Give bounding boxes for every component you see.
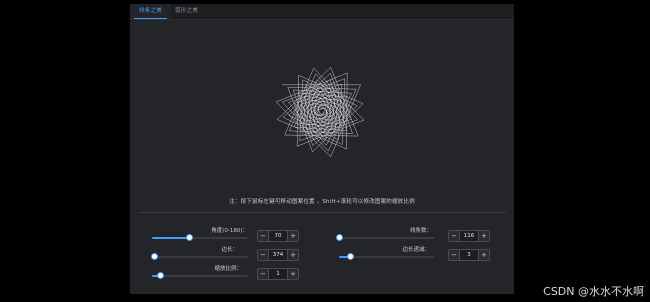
length-growth-value[interactable]: 3 — [460, 250, 478, 260]
length-growth-stepper[interactable]: − 3 + — [448, 249, 490, 261]
usage-hint: 注：按下鼠标左键可移动图案位置 ，Shift+滚轮可以修改图案的缩放比例 — [229, 199, 415, 205]
scale-label: 缩放比例： — [214, 266, 242, 272]
length-growth-increment-button[interactable]: + — [478, 250, 489, 260]
angle-value[interactable]: 70 — [269, 231, 287, 241]
angle-slider-fill — [152, 237, 190, 239]
control-row-2: 边长： − 374 + 边长递减： − 3 + — [130, 247, 514, 261]
main-panel: 线条之美 弧形之美 注：按下鼠标左键可移动图案位置 ，Shift+滚轮可以修改图… — [130, 4, 514, 294]
line-count-label: 线条数： — [409, 228, 432, 234]
length-growth-slider[interactable] — [339, 253, 435, 260]
scale-slider[interactable] — [152, 272, 248, 279]
length-stepper[interactable]: − 374 + — [257, 249, 299, 261]
tab-bar: 线条之美 弧形之美 — [130, 4, 514, 20]
divider — [138, 212, 506, 213]
length-slider[interactable] — [151, 253, 248, 260]
scale-value[interactable]: 1 — [269, 269, 287, 279]
tab-arc-beauty[interactable]: 弧形之美 — [166, 4, 207, 19]
length-decrement-button[interactable]: − — [258, 250, 269, 260]
angle-decrement-button[interactable]: − — [258, 231, 269, 241]
line-count-value[interactable]: 116 — [460, 231, 478, 241]
angle-slider[interactable] — [152, 234, 248, 241]
angle-label: 角度(0-180)： — [211, 228, 248, 234]
length-label: 边长： — [221, 247, 238, 253]
spiral-pattern-canvas[interactable] — [230, 42, 410, 182]
control-row-1: 角度(0-180)： − 70 + 线条数： − 116 + — [130, 228, 514, 242]
line-count-slider[interactable] — [335, 234, 435, 241]
line-count-stepper[interactable]: − 116 + — [448, 230, 490, 242]
length-value[interactable]: 374 — [269, 250, 287, 260]
csdn-watermark: CSDN @水水不水啊 — [543, 285, 644, 298]
length-growth-label: 边长递减： — [402, 247, 430, 253]
length-growth-slider-thumb[interactable] — [347, 253, 355, 260]
angle-stepper[interactable]: − 70 + — [257, 230, 299, 242]
scale-increment-button[interactable]: + — [287, 269, 298, 279]
spiral-path — [275, 66, 365, 158]
page: 线条之美 弧形之美 注：按下鼠标左键可移动图案位置 ，Shift+滚轮可以修改图… — [0, 0, 650, 302]
line-count-slider-thumb[interactable] — [335, 234, 343, 241]
scale-stepper[interactable]: − 1 + — [257, 268, 299, 280]
angle-increment-button[interactable]: + — [287, 231, 298, 241]
scale-decrement-button[interactable]: − — [258, 269, 269, 279]
angle-slider-thumb[interactable] — [185, 234, 193, 241]
length-slider-thumb[interactable] — [151, 253, 159, 260]
line-count-increment-button[interactable]: + — [478, 231, 489, 241]
scale-slider-thumb[interactable] — [157, 272, 165, 279]
line-count-decrement-button[interactable]: − — [449, 231, 460, 241]
length-growth-decrement-button[interactable]: − — [449, 250, 460, 260]
control-row-3: 缩放比例： − 1 + — [130, 266, 514, 280]
length-increment-button[interactable]: + — [287, 250, 298, 260]
